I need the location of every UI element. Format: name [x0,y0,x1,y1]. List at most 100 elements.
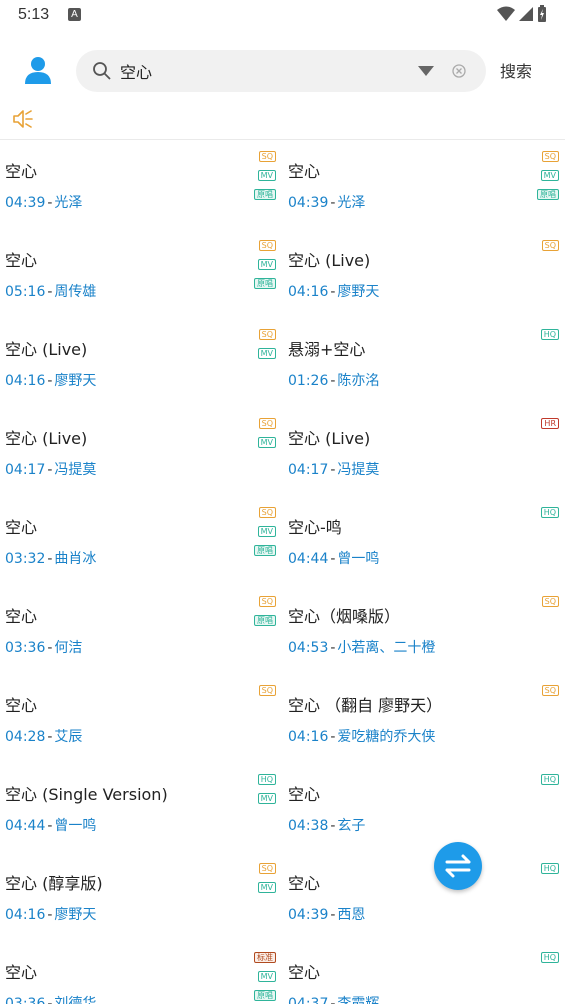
signal-icon [519,7,533,21]
result-item[interactable]: 空心 04:39- 西恩 HQ [283,852,565,941]
song-meta: 01:26- 陈亦洺 [288,370,379,390]
song-duration: 04:39 [288,195,329,211]
song-artist[interactable]: 艾辰 [54,729,82,745]
result-item[interactable]: 空心 (Live) 04:17- 冯提莫 SQ MV [0,407,282,496]
result-item[interactable]: 悬溺+空心 01:26- 陈亦洺 HQ [283,318,565,407]
song-meta: 05:16- 周传雄 [5,281,96,301]
song-meta: 04:39- 光泽 [288,192,365,212]
result-item[interactable]: 空心 04:28- 艾辰 SQ [0,674,282,763]
result-item[interactable]: 空心 (Live) 04:16- 廖野天 SQ [283,229,565,318]
separator: - [330,729,336,745]
result-item[interactable]: 空心 04:39- 光泽 SQ MV 原唱 [0,140,282,229]
mv-badge: MV [257,793,276,804]
song-duration: 04:16 [5,907,46,923]
song-artist[interactable]: 爱吃糖的乔大侠 [337,729,435,745]
mv-badge: MV [257,170,276,181]
song-meta: 04:44- 曾一鸣 [5,815,96,835]
search-box[interactable] [76,50,486,92]
song-duration: 04:28 [5,729,46,745]
quality-badges: SQ [541,240,559,251]
hq-badge: HQ [540,952,559,963]
sq-badge: SQ [258,329,276,340]
song-duration: 03:36 [5,996,46,1004]
result-item[interactable]: 空心（烟嗓版） 04:53- 小若离、二十橙 SQ [283,585,565,674]
song-artist[interactable]: 光泽 [54,195,82,211]
song-duration: 04:39 [288,907,329,923]
swap-arrows-icon [445,854,471,878]
song-meta: 04:39- 光泽 [5,192,82,212]
result-item[interactable]: 空心 03:32- 曲肖冰 SQ MV 原唱 [0,496,282,585]
result-item[interactable]: 空心 03:36- 何洁 SQ 原唱 [0,585,282,674]
song-duration: 04:16 [288,729,329,745]
result-item[interactable]: 空心 05:16- 周传雄 SQ MV 原唱 [0,229,282,318]
result-item[interactable]: 空心 04:37- 李霞辉 HQ [283,941,565,1004]
song-title: 空心 [5,518,38,537]
result-item[interactable]: 空心 04:38- 玄子 HQ [283,763,565,852]
song-duration: 04:17 [5,462,46,478]
song-artist[interactable]: 曾一鸣 [54,818,96,834]
triangle-down-icon[interactable] [418,66,434,76]
separator: - [47,818,53,834]
song-artist[interactable]: 李霞辉 [337,996,379,1004]
result-item[interactable]: 空心 (Single Version) 04:44- 曾一鸣 HQ MV [0,763,282,852]
song-artist[interactable]: 周传雄 [54,284,96,300]
sq-badge: SQ [541,240,559,251]
result-item[interactable]: 空心 04:39- 光泽 SQ MV 原唱 [283,140,565,229]
song-title: 空心 (Live) [5,429,88,448]
song-artist[interactable]: 冯提莫 [54,462,96,478]
swap-button[interactable] [434,842,482,890]
yc-badge: 原唱 [254,990,276,1001]
song-duration: 04:44 [288,551,329,567]
quality-badges: SQ 原唱 [254,596,276,626]
speaker-icon[interactable] [12,108,34,130]
song-artist[interactable]: 刘德华 [54,996,96,1004]
song-artist[interactable]: 冯提莫 [337,462,379,478]
result-item[interactable]: 空心-鸣 04:44- 曾一鸣 HQ [283,496,565,585]
song-title: 空心 [288,963,321,982]
song-artist[interactable]: 光泽 [337,195,365,211]
song-artist[interactable]: 陈亦洺 [337,373,379,389]
result-item[interactable]: 空心 (Live) 04:17- 冯提莫 HR [283,407,565,496]
person-icon[interactable] [22,54,54,86]
song-duration: 04:38 [288,818,329,834]
sq-badge: SQ [258,685,276,696]
quality-badges: HQ [540,863,559,874]
separator: - [47,996,53,1004]
quality-badges: HQ MV [257,774,276,804]
clear-icon[interactable] [452,64,466,78]
song-title: 空心 （翻自 廖野天） [288,696,443,715]
song-title: 空心（烟嗓版） [288,607,401,626]
song-artist[interactable]: 曲肖冰 [54,551,96,567]
song-artist[interactable]: 廖野天 [337,284,379,300]
sq-badge: SQ [541,151,559,162]
result-item[interactable]: 空心 03:36- 刘德华 标准 MV 原唱 [0,941,282,1004]
song-artist[interactable]: 玄子 [337,818,365,834]
song-artist[interactable]: 廖野天 [54,373,96,389]
quality-badges: SQ MV 原唱 [254,507,276,556]
sq-badge: SQ [258,507,276,518]
status-icons [497,5,547,23]
song-meta: 04:17- 冯提莫 [5,459,96,479]
song-artist[interactable]: 何洁 [54,640,82,656]
song-meta: 03:36- 何洁 [5,637,82,657]
separator: - [47,729,53,745]
song-duration: 04:16 [5,373,46,389]
search-input[interactable] [120,58,400,84]
song-artist[interactable]: 西恩 [337,907,365,923]
result-item[interactable]: 空心 (Live) 04:16- 廖野天 SQ MV [0,318,282,407]
song-artist[interactable]: 廖野天 [54,907,96,923]
song-title: 空心 [288,874,321,893]
mv-badge: MV [257,882,276,893]
song-artist[interactable]: 小若离、二十橙 [337,640,435,656]
separator: - [47,640,53,656]
song-duration: 04:37 [288,996,329,1004]
result-item[interactable]: 空心 （翻自 廖野天） 04:16- 爱吃糖的乔大侠 SQ [283,674,565,763]
song-duration: 04:39 [5,195,46,211]
search-button[interactable]: 搜索 [500,58,532,82]
quality-badges: SQ [541,685,559,696]
song-artist[interactable]: 曾一鸣 [337,551,379,567]
song-meta: 04:39- 西恩 [288,904,365,924]
result-item[interactable]: 空心 (醇享版) 04:16- 廖野天 SQ MV [0,852,282,941]
quality-badges: SQ MV [257,329,276,359]
hr-badge: HR [541,418,559,429]
